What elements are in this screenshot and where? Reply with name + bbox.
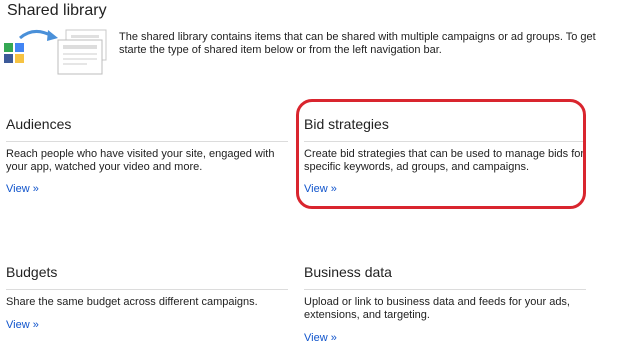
audiences-title: Audiences	[6, 116, 72, 132]
bid-strategies-title: Bid strategies	[304, 116, 389, 132]
business-data-divider	[304, 289, 586, 290]
budgets-view-link[interactable]: View »	[6, 319, 39, 331]
audiences-divider	[6, 141, 288, 142]
audiences-view-link[interactable]: View »	[6, 183, 39, 195]
bid-strategies-view-link[interactable]: View »	[304, 183, 337, 195]
budgets-divider	[6, 289, 288, 290]
audiences-card: Audiences Reach people who have visited …	[6, 116, 288, 201]
budgets-title: Budgets	[6, 264, 58, 280]
audiences-description: Reach people who have visited your site,…	[6, 148, 275, 173]
business-data-description: Upload or link to business data and feed…	[304, 296, 570, 321]
business-data-title: Business data	[304, 264, 392, 280]
bid-strategies-divider	[304, 141, 586, 142]
business-data-card: Business data Upload or link to business…	[304, 264, 586, 352]
intro-text: The shared library contains items that c…	[119, 31, 596, 56]
budgets-description: Share the same budget across different c…	[6, 296, 258, 308]
business-data-view-link[interactable]: View »	[304, 332, 337, 344]
page-title: Shared library	[7, 2, 107, 19]
budgets-card: Budgets Share the same budget across dif…	[6, 264, 288, 339]
shared-library-illustration-icon	[4, 26, 108, 78]
bid-strategies-card: Bid strategies Create bid strategies tha…	[304, 116, 586, 201]
bid-strategies-description: Create bid strategies that can be used t…	[304, 148, 585, 173]
